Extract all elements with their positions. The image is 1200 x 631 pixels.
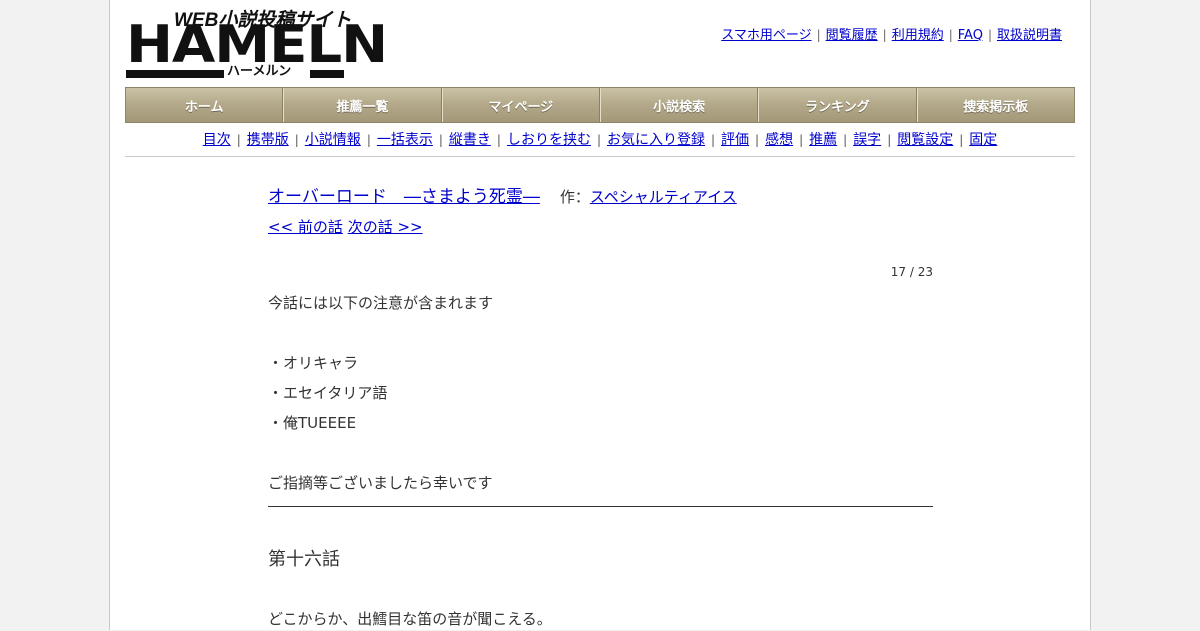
subnav-vertical[interactable]: 縦書き: [449, 132, 491, 148]
separator: |: [236, 133, 241, 147]
preface-line: ・オリキャラ: [268, 354, 359, 372]
separator: |: [366, 133, 371, 147]
separator: |: [882, 28, 887, 42]
separator: |: [755, 133, 760, 147]
separator: |: [843, 133, 848, 147]
subnav-bookmark[interactable]: しおりを挟む: [507, 132, 591, 148]
nav-home[interactable]: ホーム: [126, 88, 284, 122]
episode-pager: << 前の話 次の話 >>: [268, 212, 933, 242]
preface-divider: [268, 506, 933, 507]
history-link[interactable]: 閲覧履歴: [826, 28, 878, 43]
logo-bar-left: [126, 70, 224, 78]
smartphone-page-link[interactable]: スマホ用ページ: [721, 28, 811, 43]
separator: |: [816, 28, 821, 42]
separator: |: [438, 133, 443, 147]
top-links: スマホ用ページ | 閲覧履歴 | 利用規約 | FAQ | 取扱説明書: [721, 24, 1062, 43]
subnav-pin[interactable]: 固定: [969, 132, 997, 148]
preface-line: [268, 318, 933, 348]
novel-title-link[interactable]: オーバーロード ―さまよう死霊―: [268, 187, 540, 207]
preface-line: 今話には以下の注意が含まれます: [268, 294, 494, 312]
subnav-recommend[interactable]: 推薦: [809, 132, 837, 148]
author-link[interactable]: スペシャルティアイス: [590, 188, 737, 206]
separator: |: [596, 133, 601, 147]
subnav-novel-info[interactable]: 小説情報: [305, 132, 361, 148]
nav-recommendations[interactable]: 推薦一覧: [283, 88, 442, 122]
chapter-title: 第十六話: [268, 549, 340, 570]
terms-link[interactable]: 利用規約: [892, 28, 944, 43]
subnav-toc[interactable]: 目次: [203, 132, 231, 148]
nav-novel-search[interactable]: 小説検索: [599, 88, 759, 122]
faq-link[interactable]: FAQ: [958, 28, 983, 43]
nav-mypage[interactable]: マイページ: [441, 88, 600, 122]
author-line: 作：スペシャルティアイス: [560, 188, 737, 206]
subnav-typo[interactable]: 誤字: [853, 132, 881, 148]
separator: |: [294, 133, 299, 147]
subnav-review[interactable]: 感想: [765, 132, 793, 148]
subnav-divider: [125, 156, 1075, 157]
subnav-mobile[interactable]: 携帯版: [247, 132, 289, 148]
separator: |: [948, 28, 953, 42]
title-row: オーバーロード ―さまよう死霊― 作：スペシャルティアイス: [268, 183, 933, 211]
nav-search-board[interactable]: 捜索掲示板: [916, 88, 1074, 122]
logo-subtitle: ハーメルン: [227, 64, 292, 79]
site-logo[interactable]: WEB小説投稿サイト HAMELN ハーメルン: [126, 10, 388, 80]
separator: |: [799, 133, 804, 147]
preface-line: ・俺TUEEEE: [268, 414, 357, 432]
main-nav: ホーム 推薦一覧 マイページ 小説検索 ランキング 捜索掲示板: [125, 87, 1075, 123]
logo-bar-right: [310, 70, 344, 78]
author-prefix: 作：: [559, 188, 590, 206]
sub-nav: 目次 | 携帯版 | 小説情報 | 一括表示 | 縦書き | しおりを挟む | お気に入り登録 | 評価 | 感…: [125, 129, 1075, 149]
separator: |: [987, 28, 992, 42]
novel-content: オーバーロード ―さまよう死霊― 作：スペシャルティアイス << 前の話 次の話 …: [268, 183, 933, 631]
nav-ranking[interactable]: ランキング: [758, 88, 917, 122]
episode-counter: 17 / 23: [890, 265, 933, 279]
subnav-rating[interactable]: 評価: [721, 132, 749, 148]
preface-line: ・エセイタリア語: [268, 384, 388, 402]
manual-link[interactable]: 取扱説明書: [997, 28, 1062, 43]
subnav-show-all[interactable]: 一括表示: [377, 132, 433, 148]
preface-notes: 今話には以下の注意が含まれます ・オリキャラ ・エセイタリア語 ・俺TUEEEE…: [268, 288, 933, 498]
separator: |: [496, 133, 501, 147]
preface-line: [268, 438, 933, 468]
separator: |: [887, 133, 892, 147]
subnav-favorite[interactable]: お気に入り登録: [607, 132, 705, 148]
preface-line: ご指摘等ございましたら幸いです: [268, 474, 493, 492]
chapter-body: どこからか、出鱈目な笛の音が聞こえる。: [268, 610, 552, 628]
separator: |: [959, 133, 964, 147]
prev-episode-link[interactable]: << 前の話: [268, 218, 343, 236]
next-episode-link[interactable]: 次の話 >>: [348, 218, 423, 236]
page-container: WEB小説投稿サイト HAMELN ハーメルン スマホ用ページ | 閲覧履歴 | 利用規…: [109, 0, 1091, 630]
separator: |: [711, 133, 716, 147]
subnav-view-settings[interactable]: 閲覧設定: [897, 132, 953, 148]
